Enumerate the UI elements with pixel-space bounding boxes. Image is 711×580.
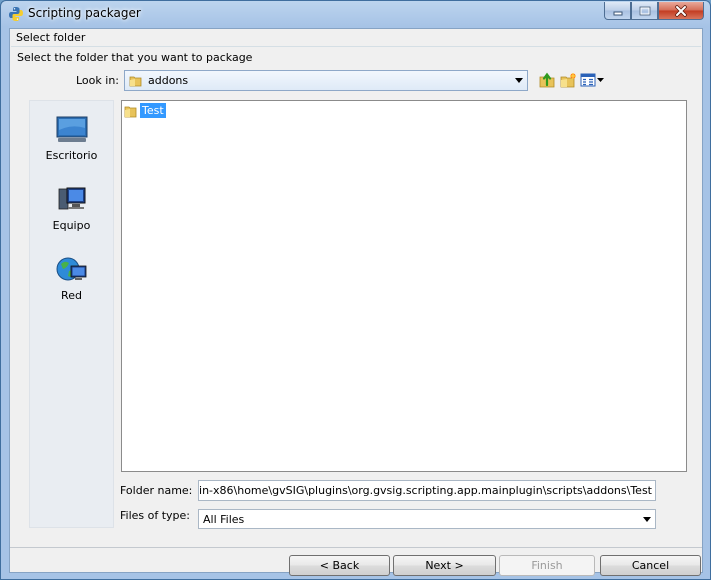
python-icon xyxy=(9,7,23,21)
desktop-icon xyxy=(56,116,87,142)
view-menu-button[interactable] xyxy=(580,71,606,89)
minimize-icon xyxy=(613,11,622,15)
dialog-body: Select folder Select the folder that you… xyxy=(9,28,703,576)
chevron-down-icon xyxy=(597,77,604,82)
place-network[interactable]: Red xyxy=(30,255,113,302)
close-icon xyxy=(675,4,687,17)
back-button[interactable]: < Back xyxy=(289,555,390,576)
chevron-down-icon xyxy=(515,78,523,83)
maximize-icon xyxy=(639,6,650,15)
finish-button[interactable]: Finish xyxy=(499,555,595,576)
group-divider xyxy=(11,46,701,47)
close-button[interactable] xyxy=(658,2,704,20)
folder-name-value: 447-final-win-x86\home\gvSIG\plugins\org… xyxy=(199,484,652,497)
file-name: Test xyxy=(140,103,166,118)
computer-icon xyxy=(58,187,85,210)
folder-icon xyxy=(129,76,142,86)
next-button[interactable]: Next > xyxy=(393,555,496,576)
details-view-icon xyxy=(580,73,596,87)
minimize-button[interactable] xyxy=(604,2,631,20)
place-label: Equipo xyxy=(52,219,91,232)
look-in-combobox[interactable]: addons xyxy=(124,70,528,91)
files-of-type-combobox[interactable]: All Files xyxy=(198,509,656,529)
instruction-text: Select the folder that you want to packa… xyxy=(17,51,253,64)
place-label: Escritorio xyxy=(45,149,98,162)
maximize-button[interactable] xyxy=(631,2,658,20)
folder-name-input[interactable]: 447-final-win-x86\home\gvSIG\plugins\org… xyxy=(198,480,656,501)
place-computer[interactable]: Equipo xyxy=(30,185,113,232)
new-folder-icon[interactable] xyxy=(559,71,577,89)
cancel-button[interactable]: Cancel xyxy=(600,555,701,576)
files-of-type-value: All Files xyxy=(203,512,245,526)
places-bar: Escritorio Equipo Red xyxy=(29,100,114,528)
dialog-window: Scripting packager Select folder Select … xyxy=(0,0,711,580)
button-divider xyxy=(10,547,702,548)
folder-icon xyxy=(124,106,137,117)
chevron-down-icon xyxy=(643,517,651,522)
window-title: Scripting packager xyxy=(28,6,141,20)
network-icon xyxy=(56,257,86,281)
files-of-type-label: Files of type: xyxy=(120,509,191,522)
title-bar[interactable]: Scripting packager xyxy=(1,1,710,27)
list-item[interactable]: Test xyxy=(124,103,166,118)
folder-name-label: Folder name: xyxy=(120,484,193,497)
look-in-value: addons xyxy=(148,74,189,87)
look-in-label: Look in: xyxy=(76,74,119,87)
file-list[interactable]: Test xyxy=(121,100,687,472)
place-label: Red xyxy=(61,289,82,302)
place-desktop[interactable]: Escritorio xyxy=(30,115,113,162)
group-title: Select folder xyxy=(16,31,86,44)
up-folder-icon[interactable] xyxy=(538,71,556,89)
